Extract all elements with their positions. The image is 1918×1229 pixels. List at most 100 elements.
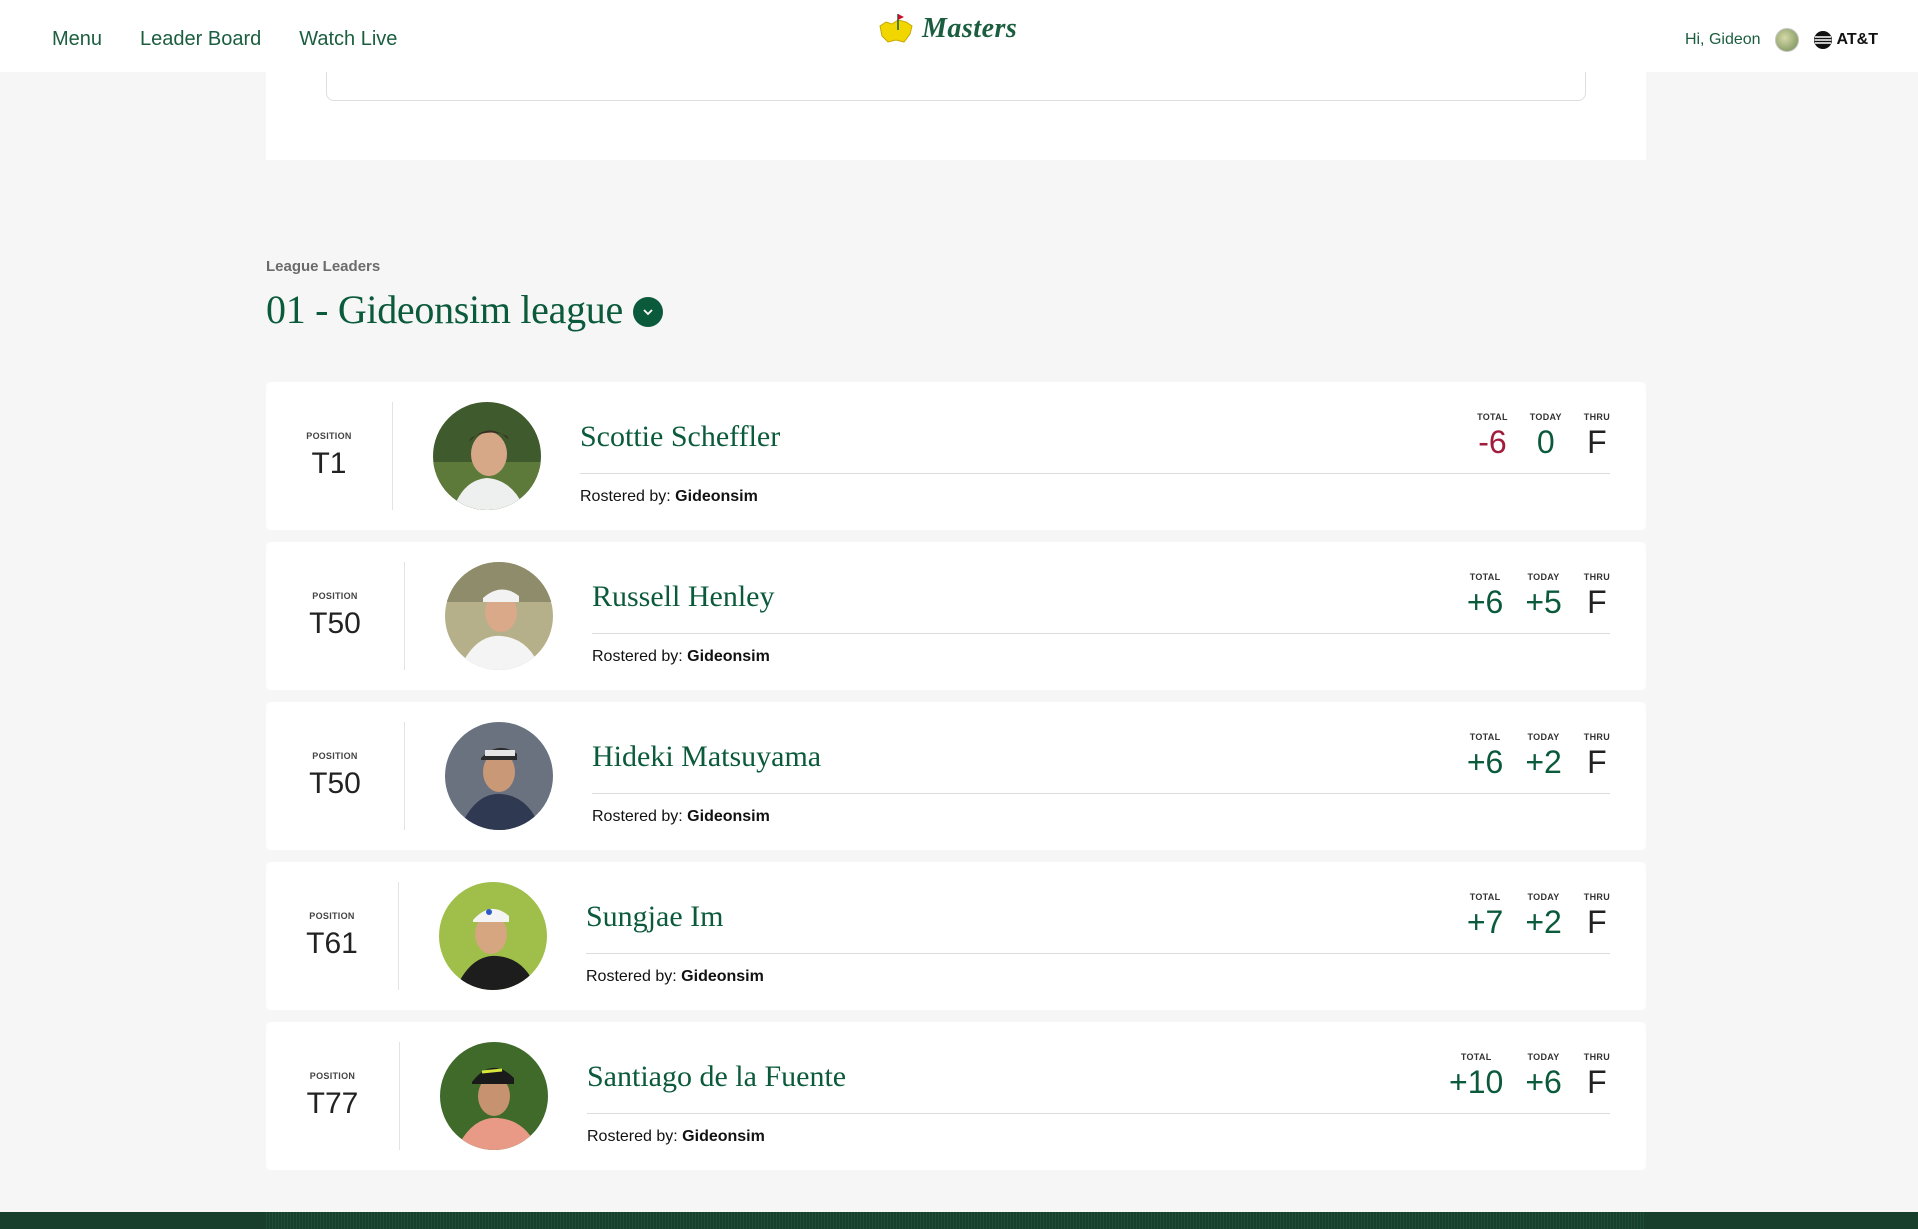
chevron-down-icon [643, 308, 653, 315]
total-label: TOTAL [1469, 892, 1501, 902]
today-value: +5 [1525, 584, 1562, 620]
total-value: +10 [1449, 1064, 1504, 1100]
league-title-row: 01 - Gideonsim league [266, 286, 663, 333]
today-score: TODAY +2 [1525, 732, 1561, 780]
player-scores: TOTAL +10 TODAY +6 THRU F [1449, 1052, 1610, 1100]
player-card[interactable]: POSITION T61 Sungjae Im TOTAL +7 TODAY +… [266, 862, 1646, 1010]
position-value: T50 [309, 607, 361, 640]
league-dropdown-button[interactable] [632, 296, 663, 327]
position-label: POSITION [306, 431, 352, 441]
today-value: +2 [1525, 744, 1562, 780]
total-label: TOTAL [1460, 1052, 1492, 1062]
thru-value: F [1587, 424, 1607, 460]
rostered-label: Rostered by: [580, 488, 671, 505]
sponsor-logo[interactable]: AT&T [1813, 30, 1878, 50]
divider [586, 953, 1610, 954]
position-value: T50 [309, 767, 361, 800]
position-value: T1 [311, 447, 347, 480]
previous-card [266, 60, 1646, 160]
rostered-owner: Gideonsim [687, 808, 770, 825]
rostered-by: Rostered by: Gideonsim [580, 488, 758, 506]
total-score: TOTAL +6 [1467, 732, 1503, 780]
player-info: Sungjae Im TOTAL +7 TODAY +2 THRU F Rost… [586, 882, 1610, 985]
player-name[interactable]: Sungjae Im [586, 900, 723, 934]
today-score: TODAY +2 [1525, 892, 1561, 940]
player-info: Hideki Matsuyama TOTAL +6 TODAY +2 THRU … [592, 722, 1610, 825]
player-photo[interactable] [439, 882, 547, 990]
player-photo[interactable] [445, 562, 553, 670]
player-name[interactable]: Scottie Scheffler [580, 420, 780, 454]
position-label: POSITION [309, 911, 355, 921]
rostered-by: Rostered by: Gideonsim [592, 808, 770, 826]
masters-logo[interactable]: Masters [876, 12, 1017, 46]
footer-pattern [266, 1212, 1646, 1229]
position-block: POSITION T50 [266, 722, 405, 830]
player-photo[interactable] [445, 722, 553, 830]
divider [592, 793, 1610, 794]
player-info: Scottie Scheffler TOTAL -6 TODAY 0 THRU … [580, 402, 1610, 505]
player-photo[interactable] [433, 402, 541, 510]
thru-score: THRU F [1584, 572, 1610, 620]
user-greeting[interactable]: Hi, Gideon [1685, 31, 1761, 49]
player-name[interactable]: Hideki Matsuyama [592, 740, 821, 774]
position-value: T77 [306, 1087, 359, 1120]
league-leaders-list: POSITION T1 Scottie Scheffler TOTAL -6 T… [266, 382, 1646, 1182]
top-navigation-bar: Menu Leader Board Watch Live Masters Hi,… [0, 0, 1918, 72]
thru-label: THRU [1583, 732, 1610, 742]
total-label: TOTAL [1469, 572, 1501, 582]
rostered-label: Rostered by: [592, 648, 683, 665]
thru-value: F [1587, 744, 1607, 780]
menu-link[interactable]: Menu [52, 28, 102, 51]
total-score: TOTAL +10 [1449, 1052, 1503, 1100]
today-score: TODAY +5 [1525, 572, 1561, 620]
player-scores: TOTAL +6 TODAY +5 THRU F [1467, 572, 1610, 620]
total-value: +6 [1466, 744, 1504, 780]
player-card[interactable]: POSITION T1 Scottie Scheffler TOTAL -6 T… [266, 382, 1646, 530]
divider [592, 633, 1610, 634]
user-avatar[interactable] [1774, 28, 1799, 52]
rostered-by: Rostered by: Gideonsim [592, 648, 770, 666]
leaderboard-link[interactable]: Leader Board [140, 28, 261, 51]
total-value: -6 [1478, 424, 1507, 460]
player-name[interactable]: Santiago de la Fuente [587, 1060, 846, 1094]
total-value: +7 [1466, 904, 1504, 940]
main-nav: Menu Leader Board Watch Live [52, 28, 397, 51]
position-block: POSITION T61 [266, 882, 399, 990]
player-card[interactable]: POSITION T77 Santiago de la Fuente TOTAL… [266, 1022, 1646, 1170]
thru-label: THRU [1583, 412, 1610, 422]
thru-value: F [1587, 1064, 1607, 1100]
position-block: POSITION T1 [266, 402, 393, 510]
divider [580, 473, 1610, 474]
today-value: 0 [1536, 424, 1555, 460]
rostered-owner: Gideonsim [675, 488, 758, 505]
player-card[interactable]: POSITION T50 Hideki Matsuyama TOTAL +6 T… [266, 702, 1646, 850]
today-label: TODAY [1527, 572, 1560, 582]
rostered-by: Rostered by: Gideonsim [586, 968, 764, 986]
thru-label: THRU [1583, 892, 1610, 902]
today-label: TODAY [1527, 892, 1560, 902]
player-card[interactable]: POSITION T50 Russell Henley TOTAL +6 TOD… [266, 542, 1646, 690]
position-block: POSITION T50 [266, 562, 405, 670]
player-scores: TOTAL +7 TODAY +2 THRU F [1467, 892, 1610, 940]
sponsor-name: AT&T [1836, 31, 1878, 48]
player-name[interactable]: Russell Henley [592, 580, 774, 614]
rostered-label: Rostered by: [587, 1128, 678, 1145]
logo-wordmark: Masters [922, 13, 1018, 44]
rostered-label: Rostered by: [592, 808, 683, 825]
rostered-owner: Gideonsim [682, 1128, 765, 1145]
total-value: +6 [1466, 584, 1504, 620]
today-value: +6 [1525, 1064, 1562, 1100]
user-area: Hi, Gideon AT&T [1685, 28, 1878, 52]
divider [587, 1113, 1610, 1114]
league-title: 01 - Gideonsim league [266, 287, 623, 332]
thru-score: THRU F [1584, 412, 1610, 460]
thru-value: F [1587, 904, 1607, 940]
today-label: TODAY [1527, 732, 1560, 742]
thru-score: THRU F [1584, 892, 1610, 940]
thru-score: THRU F [1584, 732, 1610, 780]
position-label: POSITION [312, 751, 358, 761]
watch-live-link[interactable]: Watch Live [299, 28, 397, 51]
position-block: POSITION T77 [266, 1042, 400, 1150]
player-photo[interactable] [440, 1042, 548, 1150]
today-score: TODAY 0 [1530, 412, 1562, 460]
